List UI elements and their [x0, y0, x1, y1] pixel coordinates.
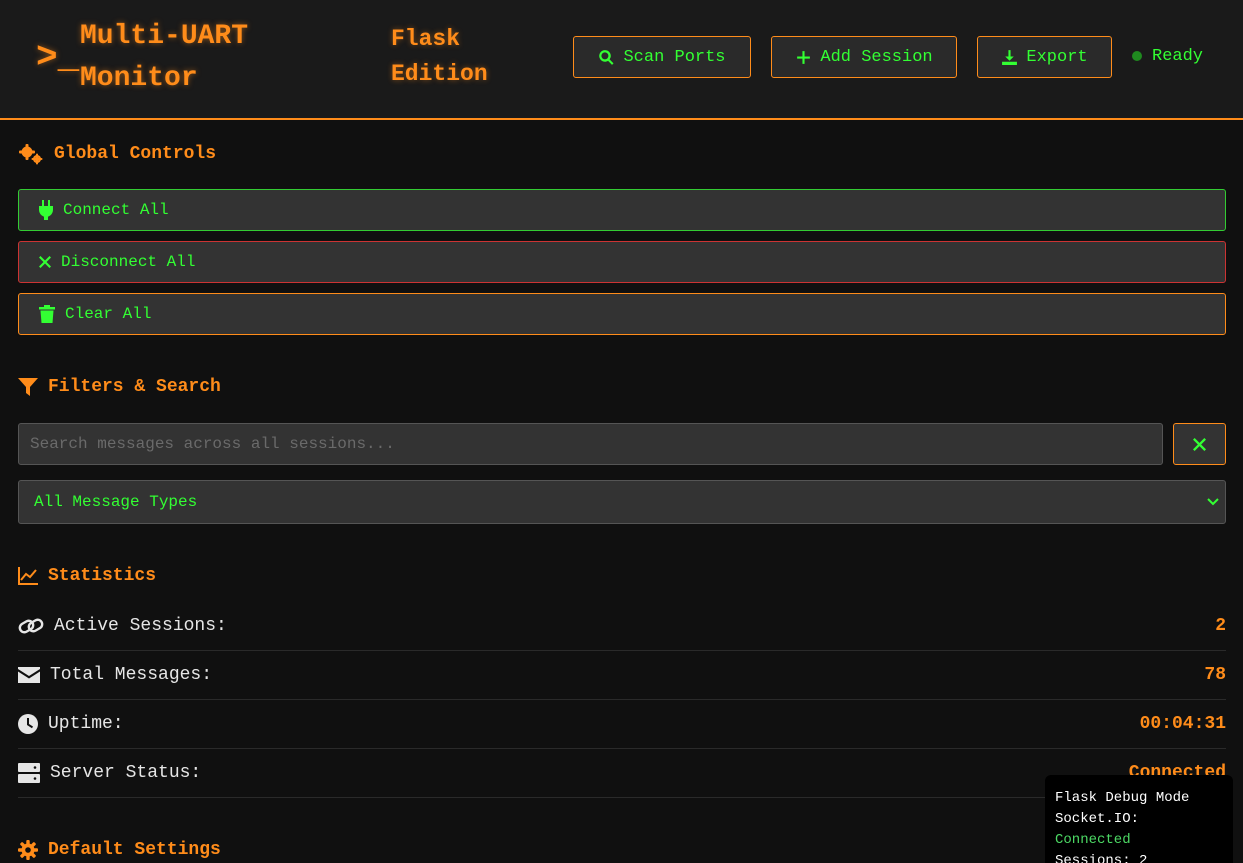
debug-sessions-count: 2: [1139, 853, 1148, 863]
message-type-select[interactable]: All Message Types: [18, 480, 1226, 524]
status-text: Ready: [1152, 46, 1204, 66]
close-icon: [39, 256, 51, 268]
debug-sessions-label: Sessions:: [1055, 853, 1131, 863]
envelope-icon: [18, 667, 40, 683]
global-controls-title: Global Controls: [54, 144, 217, 164]
filter-icon: [18, 378, 38, 396]
clear-search-button[interactable]: [1173, 423, 1226, 465]
plug-icon: [39, 200, 53, 220]
connect-all-button[interactable]: Connect All: [18, 189, 1226, 231]
filters-heading: Filters & Search: [18, 377, 221, 397]
scan-ports-label: Scan Ports: [623, 47, 726, 67]
debug-socket-line: Socket.IO: Connected: [1055, 809, 1223, 851]
gears-icon: [19, 144, 43, 165]
message-type-selected: All Message Types: [34, 493, 198, 511]
clear-all-label: Clear All: [65, 305, 152, 323]
search-input[interactable]: [18, 423, 1163, 465]
default-settings-title: Default Settings: [48, 840, 221, 860]
trash-icon: [39, 305, 55, 323]
stat-label-uptime: Uptime:: [48, 714, 124, 734]
stat-label-server-status: Server Status:: [50, 763, 202, 783]
stat-row-total-messages: Total Messages: 78: [18, 651, 1226, 700]
scan-ports-button[interactable]: Scan Ports: [573, 36, 751, 78]
clear-all-button[interactable]: Clear All: [18, 293, 1226, 335]
debug-mode-text: Flask Debug Mode: [1055, 790, 1190, 806]
app-header: >_ Multi-UART Monitor Flask Edition Scan…: [0, 0, 1243, 120]
plus-icon: [797, 50, 811, 64]
search-icon: [599, 49, 614, 65]
default-settings-heading: Default Settings: [18, 840, 221, 860]
export-label: Export: [1026, 47, 1088, 67]
chevron-down-icon: [1207, 498, 1219, 506]
status-dot-icon: [1132, 51, 1142, 61]
app-title: Multi-UART Monitor: [80, 21, 249, 94]
debug-panel: Flask Debug Mode Socket.IO: Connected Se…: [1045, 775, 1233, 863]
statistics-title: Statistics: [48, 566, 157, 586]
link-icon: [18, 618, 44, 634]
statistics-heading: Statistics: [18, 566, 156, 586]
global-controls-heading: Global Controls: [18, 143, 216, 165]
stat-label-active-sessions: Active Sessions:: [54, 616, 227, 636]
add-session-label: Add Session: [820, 47, 933, 67]
chart-line-icon: [18, 567, 38, 585]
debug-socket-label: Socket.IO:: [1055, 811, 1140, 827]
clock-icon: [18, 714, 38, 734]
terminal-icon: >_: [36, 37, 80, 78]
connection-status: Ready: [1132, 46, 1203, 66]
disconnect-all-button[interactable]: Disconnect All: [18, 241, 1226, 283]
stat-value-uptime: 00:04:31: [1139, 714, 1226, 734]
stat-row-active-sessions: Active Sessions: 2: [18, 602, 1226, 651]
connect-all-label: Connect All: [63, 201, 169, 219]
disconnect-all-label: Disconnect All: [61, 253, 196, 271]
filters-title: Filters & Search: [48, 377, 221, 397]
add-session-button[interactable]: Add Session: [771, 36, 957, 78]
download-icon: [1002, 49, 1018, 65]
debug-socket-status: Connected: [1055, 832, 1131, 848]
gear-icon: [18, 840, 38, 860]
debug-sessions-line: Sessions: 2: [1055, 851, 1223, 863]
close-icon: [1193, 437, 1206, 451]
stat-value-total-messages: 78: [1204, 665, 1226, 685]
stat-label-total-messages: Total Messages:: [50, 665, 213, 685]
app-subtitle: Flask Edition: [391, 26, 488, 87]
stat-value-active-sessions: 2: [1215, 616, 1226, 636]
export-button[interactable]: Export: [977, 36, 1112, 78]
stat-row-uptime: Uptime: 00:04:31: [18, 700, 1226, 749]
server-icon: [18, 763, 40, 783]
